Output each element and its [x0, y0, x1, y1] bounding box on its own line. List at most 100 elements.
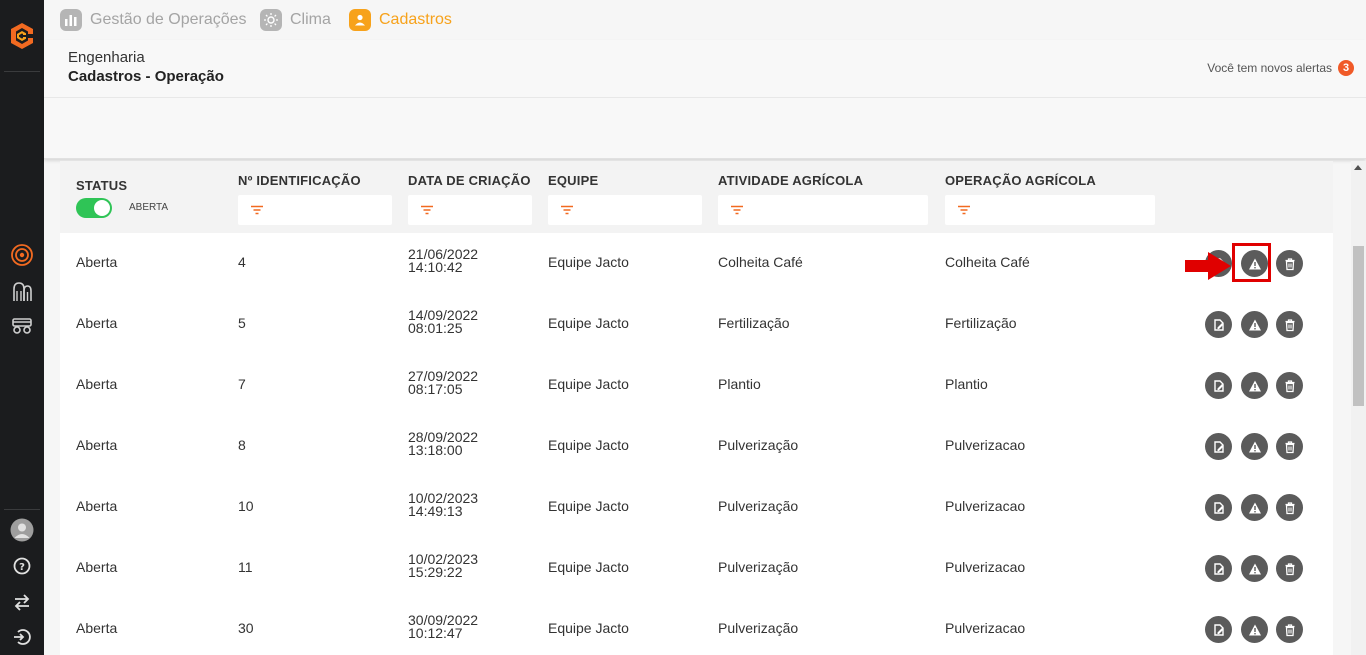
alert-button[interactable] [1241, 494, 1268, 521]
cell-date: 10/02/2023 14:49:13 [408, 491, 478, 518]
table-row[interactable]: Aberta 7 Equipe Jacto Plantio Plantio 27/09/2… [60, 355, 1333, 417]
scroll-up-arrow[interactable] [1354, 165, 1362, 170]
filter-team[interactable] [548, 195, 702, 225]
column-header-operation: OPERAÇÃO AGRÍCOLA [945, 173, 1096, 188]
table-header: STATUS ABERTA Nº IDENTIFICAÇÃO DATA DE C… [60, 161, 1333, 233]
cell-date-time: 10:12:47 [408, 625, 463, 641]
table-row[interactable]: Aberta 4 Equipe Jacto Colheita Café Colheita… [60, 233, 1333, 295]
filter-date[interactable] [408, 195, 532, 225]
delete-button[interactable] [1276, 311, 1303, 338]
cell-date-time: 08:01:25 [408, 320, 463, 336]
cell-date: 21/06/2022 14:10:42 [408, 247, 478, 275]
cell-date: 27/09/2022 08:17:05 [408, 369, 478, 397]
filter-icon [421, 205, 433, 215]
edit-button[interactable] [1205, 616, 1232, 643]
cell-date-time: 14:10:42 [408, 259, 463, 275]
cell-date: 30/09/2022 10:12:47 [408, 613, 478, 641]
logout-icon[interactable] [10, 625, 34, 649]
target-icon[interactable] [10, 243, 34, 267]
operations-table: STATUS ABERTA Nº IDENTIFICAÇÃO DATA DE C… [60, 161, 1333, 655]
edit-button[interactable] [1205, 494, 1232, 521]
cell-operation: Pulverizacao [945, 559, 1026, 575]
avatar[interactable] [10, 518, 34, 542]
filter-activity[interactable] [718, 195, 928, 225]
alert-button[interactable] [1241, 372, 1268, 399]
cell-team: Equipe Jacto [548, 315, 629, 331]
cell-date-time: 08:17:05 [408, 381, 463, 397]
delete-button[interactable] [1276, 433, 1303, 460]
cell-date-time: 13:18:00 [408, 442, 463, 458]
edit-icon [1213, 623, 1224, 636]
svg-text:?: ? [19, 562, 25, 573]
operations-chart-icon [60, 9, 82, 31]
table-row[interactable]: Aberta 11 Equipe Jacto Pulverização Pulveriz… [60, 538, 1333, 600]
edit-button[interactable] [1205, 311, 1232, 338]
cell-operation: Colheita Café [945, 254, 1030, 270]
cell-operation: Pulverizacao [945, 620, 1026, 636]
alert-button[interactable] [1241, 311, 1268, 338]
delete-button[interactable] [1276, 494, 1303, 521]
trash-icon [1285, 257, 1294, 270]
help-icon[interactable]: ? [10, 554, 34, 578]
toggle-knob [94, 200, 110, 216]
delete-button[interactable] [1276, 250, 1303, 277]
table-row[interactable]: Aberta 30 Equipe Jacto Pulverização Pulveriz… [60, 599, 1333, 655]
alert-triangle-icon [1248, 502, 1261, 513]
cell-status: Aberta [76, 315, 118, 331]
cell-activity: Pulverização [718, 559, 799, 575]
delete-button[interactable] [1276, 616, 1303, 643]
edit-icon [1213, 501, 1224, 514]
top-navigation: Gestão de Operações Clima Cadastros [44, 0, 1366, 41]
table-row[interactable]: Aberta 8 Equipe Jacto Pulverização Pulveriza… [60, 416, 1333, 478]
trash-icon [1285, 562, 1294, 575]
tab-clima[interactable]: Clima [260, 0, 331, 40]
cell-id: 8 [238, 437, 246, 453]
pointer-arrow-icon [1185, 252, 1231, 280]
trash-icon [1285, 440, 1294, 453]
cell-id: 4 [238, 254, 246, 270]
switch-arrows-icon[interactable] [10, 590, 34, 614]
table-row[interactable]: Aberta 10 Equipe Jacto Pulverização Pulveriz… [60, 477, 1333, 539]
breadcrumb: Engenharia [68, 49, 145, 66]
alert-button[interactable] [1241, 616, 1268, 643]
edit-button[interactable] [1205, 433, 1232, 460]
filter-id[interactable] [238, 195, 392, 225]
cell-date: 28/09/2022 13:18:00 [408, 430, 478, 458]
edit-button[interactable] [1205, 372, 1232, 399]
scrollbar[interactable] [1351, 161, 1366, 655]
tab-label: Clima [290, 11, 331, 28]
cell-status: Aberta [76, 559, 118, 575]
cell-status: Aberta [76, 376, 118, 392]
delete-button[interactable] [1276, 372, 1303, 399]
table-row[interactable]: Aberta 5 Equipe Jacto Fertilização Fertiliza… [60, 294, 1333, 356]
cell-operation: Pulverizacao [945, 498, 1026, 514]
page-title: Cadastros - Operação [68, 68, 224, 85]
filter-icon [731, 205, 743, 215]
cell-team: Equipe Jacto [548, 620, 629, 636]
silo-icon[interactable] [10, 279, 34, 303]
alert-button[interactable] [1241, 555, 1268, 582]
tab-gestao-operacoes[interactable]: Gestão de Operações [60, 0, 247, 40]
scrollbar-thumb[interactable] [1353, 246, 1364, 406]
status-toggle[interactable] [76, 198, 112, 218]
trash-icon [1285, 379, 1294, 392]
filter-icon [561, 205, 573, 215]
user-icon [349, 9, 371, 31]
alert-button[interactable] [1241, 433, 1268, 460]
alerts-notification[interactable]: Você tem novos alertas 3 [1207, 60, 1354, 76]
alerts-text: Você tem novos alertas [1207, 61, 1332, 75]
edit-button[interactable] [1205, 555, 1232, 582]
cell-team: Equipe Jacto [548, 376, 629, 392]
delete-button[interactable] [1276, 555, 1303, 582]
tab-label: Gestão de Operações [90, 11, 247, 28]
cell-activity: Pulverização [718, 498, 799, 514]
cell-id: 30 [238, 620, 254, 636]
tab-cadastros[interactable]: Cadastros [349, 0, 456, 41]
cell-id: 11 [238, 559, 253, 575]
tractor-icon[interactable] [10, 313, 34, 337]
app-logo[interactable] [6, 20, 38, 52]
column-header-status: STATUS [76, 178, 128, 193]
cell-date-time: 15:29:22 [408, 564, 463, 580]
cell-activity: Plantio [718, 376, 761, 392]
filter-operation[interactable] [945, 195, 1155, 225]
